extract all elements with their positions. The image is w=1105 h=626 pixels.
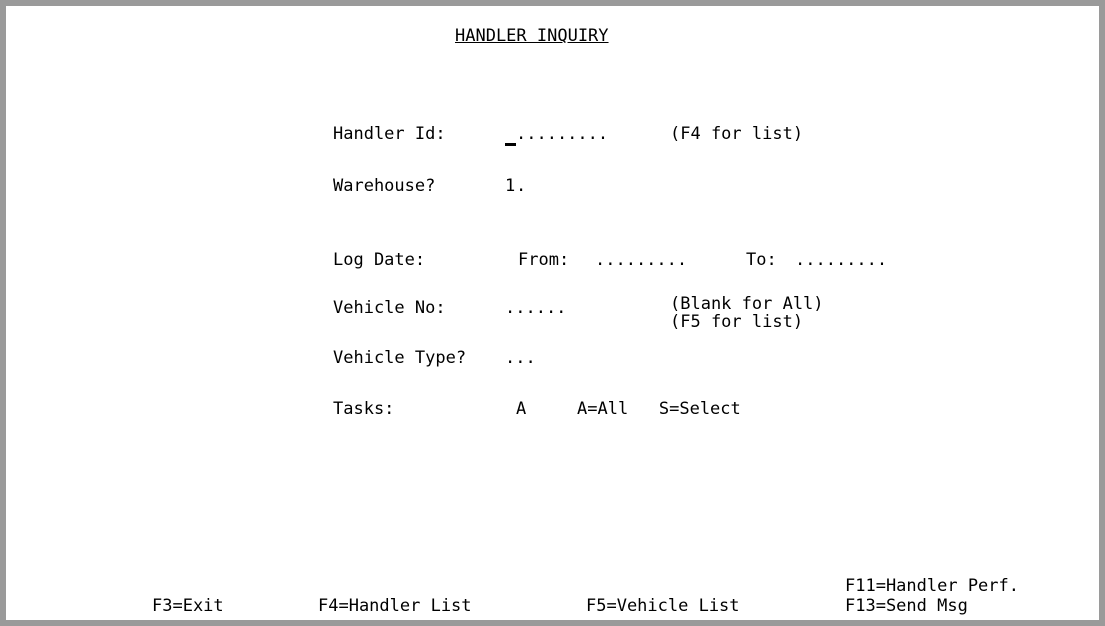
- vehicle-no-label: Vehicle No:: [333, 298, 446, 318]
- log-date-label: Log Date:: [333, 250, 426, 270]
- warehouse-field-fill: .: [516, 176, 527, 196]
- log-date-from-label: From:: [518, 250, 570, 270]
- handler-id-hint: (F4 for list): [670, 124, 804, 144]
- tasks-options: A=All S=Select: [577, 399, 741, 419]
- f3-exit-key[interactable]: F3=Exit: [152, 596, 224, 616]
- f4-handler-list-key[interactable]: F4=Handler List: [318, 596, 472, 616]
- log-date-to-label: To:: [746, 250, 777, 270]
- f5-vehicle-list-key[interactable]: F5=Vehicle List: [586, 596, 740, 616]
- tasks-label: Tasks:: [333, 399, 395, 419]
- page-title: HANDLER INQUIRY: [455, 26, 609, 46]
- vehicle-no-field[interactable]: ......: [505, 298, 566, 318]
- vehicle-no-hint-blank: (Blank for All): [670, 294, 824, 314]
- f13-send-msg-key[interactable]: F13=Send Msg: [845, 596, 968, 616]
- text-cursor: [505, 143, 516, 146]
- handler-id-field[interactable]: .........: [516, 124, 608, 144]
- f11-handler-perf-key[interactable]: F11=Handler Perf.: [845, 576, 1019, 596]
- vehicle-no-hint-list: (F5 for list): [670, 312, 804, 332]
- log-date-from-field[interactable]: .........: [595, 250, 687, 270]
- tasks-field[interactable]: A: [516, 399, 526, 419]
- warehouse-field[interactable]: 1: [505, 176, 515, 196]
- handler-id-label: Handler Id:: [333, 124, 446, 144]
- log-date-to-field[interactable]: .........: [795, 250, 887, 270]
- vehicle-type-field[interactable]: ...: [505, 348, 536, 368]
- warehouse-label: Warehouse?: [333, 176, 436, 196]
- vehicle-type-label: Vehicle Type?: [333, 348, 467, 368]
- terminal-screen: HANDLER INQUIRY Handler Id: ......... (F…: [0, 0, 1105, 626]
